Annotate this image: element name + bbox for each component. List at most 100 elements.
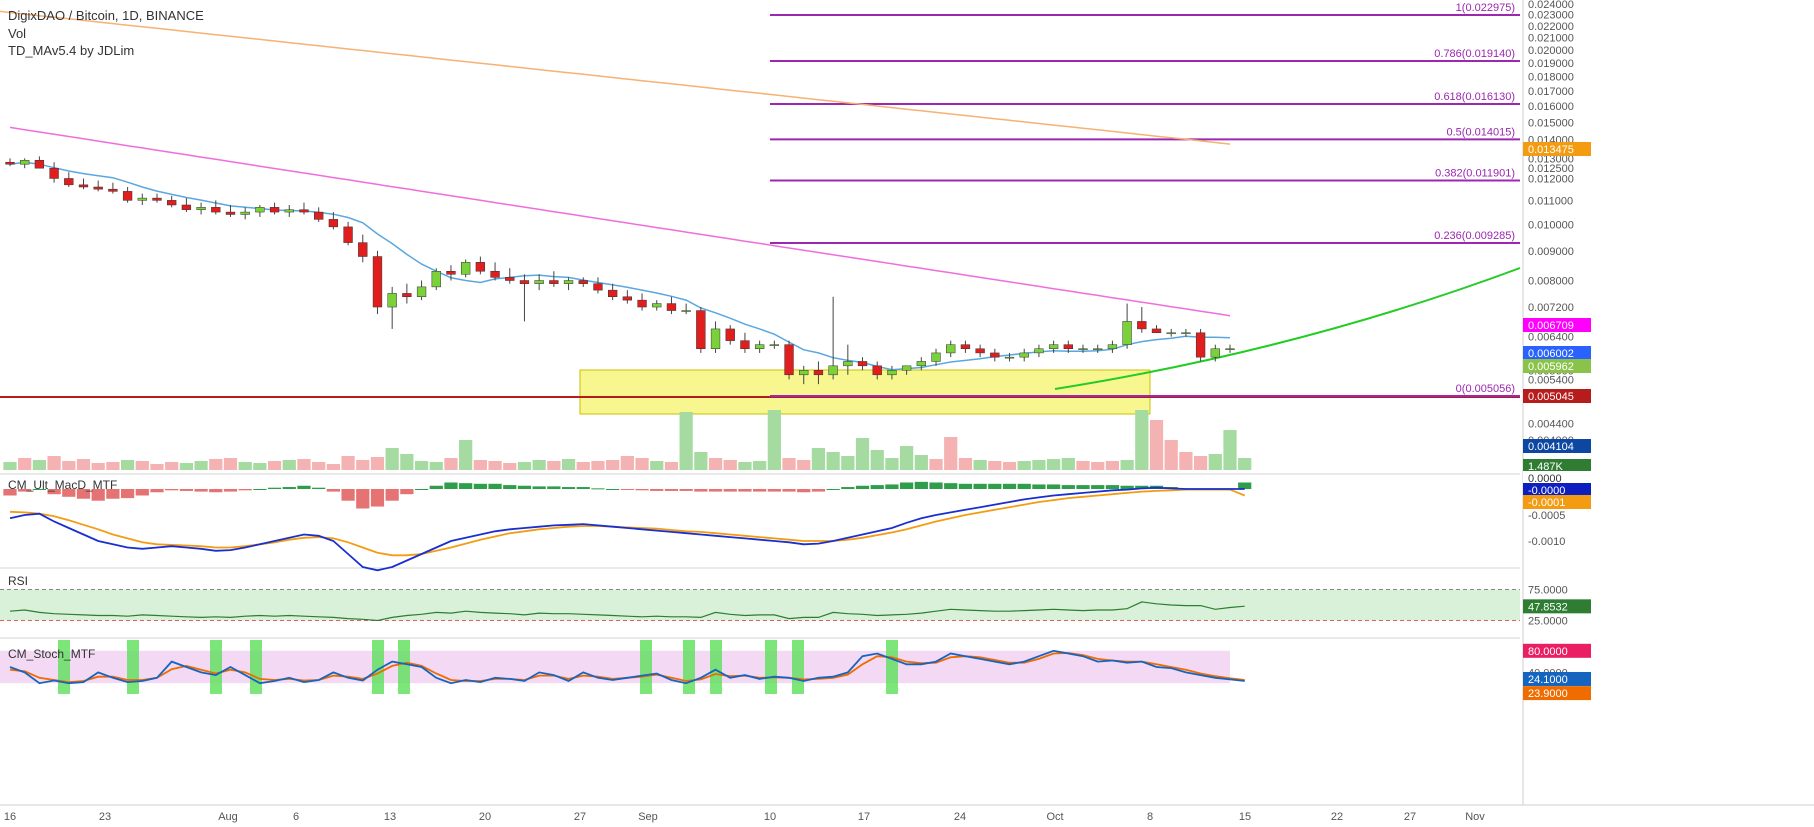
macd-histogram-bar — [547, 486, 561, 489]
macd-histogram-bar — [738, 489, 752, 492]
candle-body — [1063, 344, 1073, 350]
volume-bar — [929, 459, 943, 470]
candle-body — [710, 328, 721, 350]
candle-body — [167, 200, 177, 206]
macd-histogram-bar — [179, 489, 193, 491]
time-axis: 16 23 Aug 6 13 20 27 Sep 10 17 24 Oct 8 15 22 27 Nov — [4, 811, 1485, 823]
price-tick: 0.005400 — [1528, 374, 1574, 386]
ma-short-line — [9, 161, 1231, 371]
macd-histogram-bar — [517, 485, 532, 489]
volume-bar — [238, 462, 252, 470]
rsi-tick: 75.0000 — [1528, 585, 1568, 597]
chart-canvas[interactable]: 1(0.022975) 0.786(0.019140) 0.618(0.016130… — [0, 0, 1814, 827]
volume-bar — [885, 458, 899, 470]
candle-body — [402, 293, 412, 298]
macd-histogram-bar — [635, 489, 649, 491]
volume-bar — [32, 460, 47, 470]
volume-bar — [1032, 460, 1046, 470]
fib-label: 0.236(0.009285) — [1434, 230, 1515, 242]
candle-body — [328, 219, 339, 228]
volume-bars — [3, 410, 1252, 470]
candle-body — [196, 207, 206, 210]
price-tag-label: 0.005962 — [1528, 361, 1574, 373]
volume-bar — [664, 462, 679, 470]
volume-bar — [1208, 454, 1222, 470]
time-tick: 10 — [764, 811, 776, 823]
candle-body — [461, 262, 471, 275]
volume-bar — [561, 459, 576, 470]
macd-histogram-bar — [944, 483, 958, 489]
ma-verylong-line — [0, 10, 1231, 145]
candle-body — [225, 211, 236, 215]
volume-bar — [312, 462, 326, 470]
stoch-signal-bar — [683, 640, 695, 694]
candlesticks — [5, 156, 1235, 385]
volume-bar — [209, 459, 223, 470]
stoch-tag-label: 80.0000 — [1528, 646, 1568, 658]
candle-body — [1078, 348, 1088, 351]
macd-histogram-bar — [1002, 483, 1017, 489]
volume-bar — [635, 458, 649, 470]
volume-bar — [870, 450, 884, 470]
candle-body — [20, 160, 30, 165]
price-tick: 0.015000 — [1528, 117, 1574, 129]
candle-body — [857, 361, 868, 367]
stoch-signal-bar — [210, 640, 222, 694]
candle-body — [593, 283, 603, 291]
time-tick: Nov — [1465, 811, 1485, 823]
macd-histogram-bar — [444, 482, 458, 489]
macd-signal-line — [9, 488, 1246, 557]
macd-histogram-bar — [1076, 485, 1090, 489]
macd-histogram-bar — [370, 489, 385, 507]
macd-histogram-bar — [400, 489, 414, 495]
volume-bar — [1017, 461, 1031, 470]
time-tick: 20 — [479, 811, 491, 823]
volume-bar — [591, 461, 605, 470]
volume-bar — [944, 437, 958, 470]
candle-body — [299, 209, 309, 213]
macd-histogram-bar — [282, 487, 296, 489]
candle-body — [519, 280, 530, 284]
candle-body — [34, 160, 45, 169]
candle-body — [181, 204, 192, 210]
volume-bar — [547, 461, 561, 470]
volume-bar — [459, 440, 473, 470]
price-tick: 0.008000 — [1528, 276, 1574, 288]
candle-body — [578, 280, 588, 284]
candle-body — [1181, 332, 1191, 335]
macd-histogram-bar — [782, 489, 796, 492]
candle-body — [446, 270, 456, 275]
fib-retracement: 1(0.022975) 0.786(0.019140) 0.618(0.016130… — [770, 2, 1520, 397]
vol-label: Vol — [8, 26, 27, 41]
volume-bar — [444, 458, 458, 470]
volume-bar — [767, 410, 781, 470]
candle-body — [314, 211, 324, 220]
time-tick: 13 — [384, 811, 396, 823]
macd-histogram-bar — [841, 487, 855, 489]
candle-body — [813, 370, 824, 376]
macd-histogram-bar — [1061, 485, 1075, 489]
volume-bar — [1091, 462, 1105, 470]
volume-bar — [811, 448, 826, 470]
candle-body — [240, 211, 250, 215]
candle-body — [1225, 348, 1235, 351]
macd-histogram-bar — [503, 485, 517, 489]
volume-bar — [1179, 452, 1193, 470]
volume-bar — [18, 458, 32, 470]
volume-bar — [76, 459, 91, 470]
candle-body — [78, 184, 89, 188]
candle-body — [475, 262, 486, 272]
macd-histogram-bar — [1238, 482, 1252, 489]
volume-bar — [855, 438, 870, 470]
candle-body — [1019, 352, 1029, 358]
volume-bar — [650, 461, 664, 470]
candle-body — [828, 365, 838, 376]
macd-histogram-bar — [988, 483, 1002, 489]
macd-tick: -0.0010 — [1528, 536, 1565, 548]
candle-body — [872, 365, 882, 376]
macd-histogram-bar — [341, 489, 355, 501]
time-tick: Aug — [218, 811, 238, 823]
macd-histogram-bar — [900, 482, 914, 489]
macd-histogram-bar — [1105, 485, 1120, 489]
candle-body — [754, 344, 765, 350]
